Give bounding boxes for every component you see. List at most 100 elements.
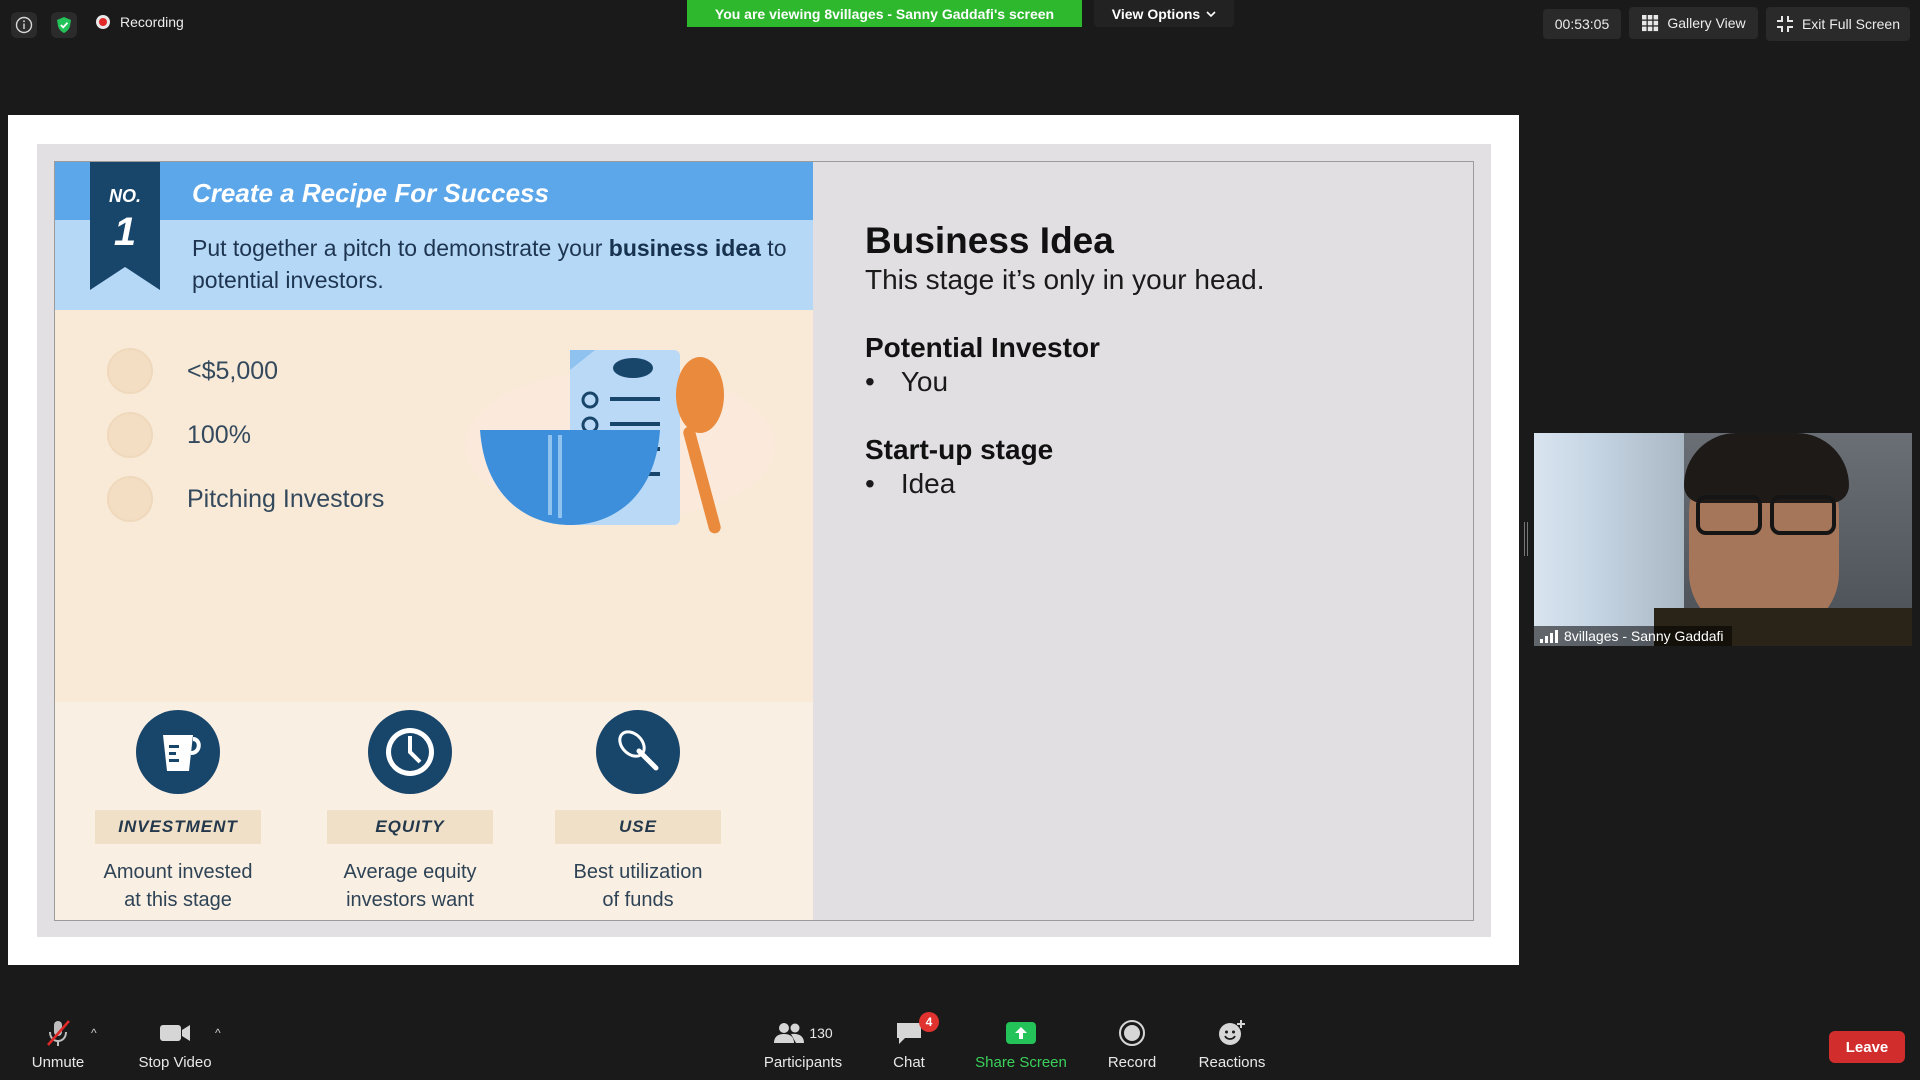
microphone-muted-icon (26, 1018, 90, 1048)
measuring-cup-icon (136, 710, 220, 794)
feature-description: Average equity investors want (325, 858, 495, 914)
chat-icon: 4 (889, 1012, 939, 1048)
infographic-title: Create a Recipe For Success (192, 178, 549, 208)
feature-description: Amount invested at this stage (93, 858, 263, 914)
heading-startup-stage: Start-up stage (865, 434, 1054, 465)
reactions-label: Reactions (1198, 1054, 1266, 1071)
gallery-view-button[interactable]: Gallery View (1629, 7, 1758, 39)
clock-icon (368, 710, 452, 794)
participants-label: Participants (763, 1054, 843, 1071)
bullet-icon: • (865, 468, 875, 499)
participant-name-tag: 8villages - Sanny Gaddafi (1534, 626, 1732, 646)
feature-equity: EQUITY Average equity investors want (325, 710, 495, 914)
features-strip: INVESTMENT Amount invested at this stage … (55, 702, 813, 920)
share-screen-icon (975, 1018, 1067, 1048)
record-icon (1104, 1018, 1160, 1048)
stat-row-use: Pitching Investors (107, 476, 384, 522)
unmute-button[interactable]: Unmute (26, 1018, 90, 1071)
participants-icon (774, 1023, 805, 1043)
feature-desc-line: at this stage (124, 889, 232, 911)
slide: NO. 1 Create a Recipe For Success Put to… (54, 161, 1474, 921)
bullet-potential-investor: • You (865, 366, 948, 398)
feature-desc-line: Best utilization (573, 861, 703, 883)
meeting-timer: 00:53:05 (1543, 9, 1621, 39)
feature-tag: EQUITY (327, 810, 493, 844)
grid-icon (1642, 15, 1659, 32)
heading-potential-investor: Potential Investor (865, 332, 1100, 363)
heading-business-idea: Business Idea (865, 220, 1114, 261)
chat-label: Chat (893, 1054, 925, 1071)
stat-label: 100% (187, 420, 251, 449)
ribbon-no-label: NO. (108, 186, 141, 206)
stop-video-button[interactable]: Stop Video (135, 1018, 215, 1071)
participant-glasses (1696, 495, 1846, 537)
ribbon-number: 1 (113, 210, 137, 254)
feature-desc-line: investors want (346, 889, 474, 911)
audio-options-caret-icon[interactable]: ^ (91, 1026, 97, 1040)
infographic-panel: NO. 1 Create a Recipe For Success Put to… (55, 162, 813, 920)
meeting-info-button[interactable] (11, 12, 37, 38)
video-options-caret-icon[interactable]: ^ (215, 1026, 221, 1040)
video-camera-icon (135, 1018, 215, 1048)
unmute-label: Unmute (31, 1054, 85, 1071)
subtitle-text: Put together a pitch to demonstrate your (192, 235, 609, 261)
feature-desc-line: Average equity (343, 861, 477, 883)
clock-icon (107, 412, 153, 458)
slide-text-panel: Business Idea This stage it’s only in yo… (813, 162, 1473, 920)
participant-video-tile[interactable]: 8villages - Sanny Gaddafi (1534, 433, 1912, 646)
recording-label: Recording (120, 14, 184, 30)
feature-tag: USE (555, 810, 721, 844)
infographic-header: NO. 1 Create a Recipe For Success Put to… (55, 162, 813, 310)
smiley-add-icon (1197, 1018, 1267, 1048)
recipe-illustration (465, 350, 775, 534)
record-button[interactable]: Record (1104, 1018, 1160, 1071)
participants-icon-wrap: 130 (760, 1018, 846, 1048)
view-options-label: View Options (1111, 5, 1201, 22)
bullet-icon: • (865, 366, 875, 397)
stop-video-label: Stop Video (138, 1054, 212, 1071)
leave-button[interactable]: Leave (1829, 1031, 1905, 1063)
feature-desc-line: Amount invested (103, 861, 253, 883)
exit-full-screen-button[interactable]: Exit Full Screen (1766, 7, 1910, 41)
record-label: Record (1107, 1054, 1157, 1071)
feature-description: Best utilization of funds (553, 858, 723, 914)
feature-investment: INVESTMENT Amount invested at this stage (93, 710, 263, 914)
participant-hair (1684, 433, 1849, 503)
share-screen-button[interactable]: Share Screen (975, 1018, 1067, 1071)
chat-button[interactable]: 4 Chat (889, 1012, 939, 1071)
participants-button[interactable]: 130 Participants (760, 1018, 846, 1071)
chat-unread-badge: 4 (919, 1012, 939, 1032)
view-options-button[interactable]: View Options (1094, 0, 1234, 27)
cup-icon (107, 348, 153, 394)
recording-indicator[interactable]: Recording (96, 14, 184, 30)
participant-name: 8villages - Sanny Gaddafi (1564, 628, 1724, 644)
signal-strength-icon (1540, 629, 1558, 643)
bullet-text: You (900, 366, 949, 397)
exit-fullscreen-icon (1776, 16, 1793, 32)
shield-icon (57, 17, 71, 33)
exit-full-screen-label: Exit Full Screen (1801, 16, 1901, 32)
reactions-button[interactable]: Reactions (1197, 1018, 1267, 1071)
bullet-startup-stage: • Idea (865, 468, 955, 500)
number-ribbon: NO. 1 (90, 162, 160, 290)
stat-label: <$5,000 (187, 356, 279, 385)
gallery-view-label: Gallery View (1667, 15, 1746, 31)
participants-count: 130 (809, 1025, 833, 1041)
feature-use: USE Best utilization of funds (553, 710, 723, 914)
feature-tag: INVESTMENT (95, 810, 261, 844)
video-panel-resize-handle[interactable] (1524, 522, 1528, 556)
stat-row-equity: 100% (107, 412, 251, 458)
chevron-down-icon (1206, 10, 1216, 17)
shared-screen: NO. 1 Create a Recipe For Success Put to… (8, 115, 1519, 965)
stat-label: Pitching Investors (187, 484, 385, 513)
whisk-icon (596, 710, 680, 794)
business-idea-text: This stage it’s only in your head. (865, 264, 1265, 295)
viewing-screen-banner: You are viewing 8villages - Sanny Gaddaf… (687, 0, 1082, 27)
bottom-toolbar: Unmute ^ Stop Video ^ 130 Participants 4… (0, 1010, 1920, 1080)
bullet-text: Idea (900, 468, 956, 499)
top-bar: Recording You are viewing 8villages - Sa… (0, 0, 1920, 50)
security-button[interactable] (51, 12, 77, 38)
info-icon (15, 16, 33, 34)
recording-dot-icon (96, 15, 110, 29)
feature-desc-line: of funds (602, 889, 674, 911)
